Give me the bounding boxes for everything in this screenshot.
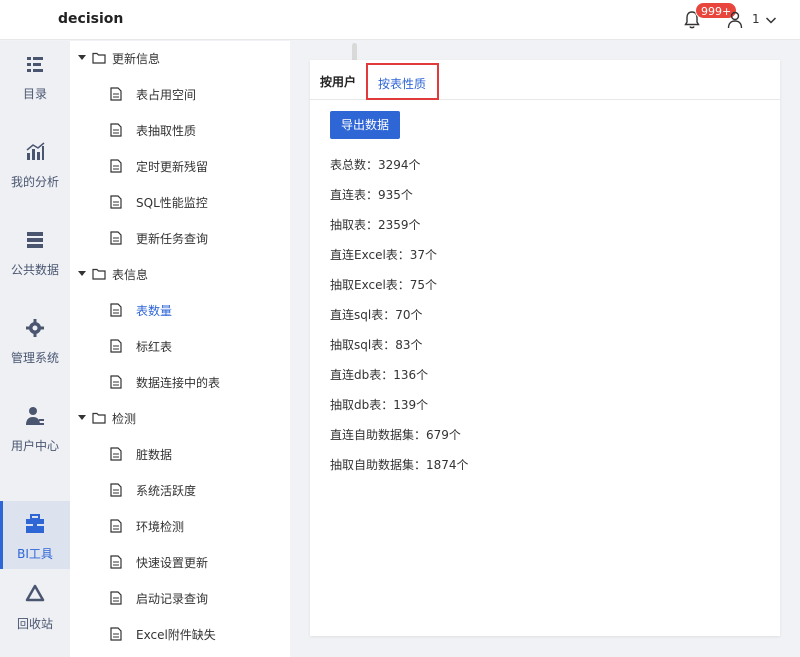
folder-icon — [92, 412, 106, 424]
main-panel: 按用户 按表性质 导出数据 表总数：3294个 直连表：935个 抽取表：235… — [310, 60, 780, 636]
document-icon — [110, 231, 122, 245]
tree-item[interactable]: 系统活跃度 — [70, 473, 280, 509]
document-icon — [110, 447, 122, 461]
tab-bar: 按用户 按表性质 — [310, 60, 780, 100]
brand-logo-text: decision — [58, 11, 124, 27]
stat-row: 直连Excel表：37个 — [330, 248, 438, 262]
document-icon — [110, 375, 122, 389]
tree-item-label: 标红表 — [136, 340, 173, 354]
nav-item-public-data[interactable]: 公共数据 — [0, 217, 70, 285]
tree-item[interactable]: 表占用空间 — [70, 77, 280, 113]
tree-item-label: SQL性能监控 — [136, 196, 208, 210]
top-bar: decision 999+ 1 — [0, 0, 800, 40]
document-icon — [110, 303, 122, 317]
stat-row: 抽取自助数据集：1874个 — [330, 458, 469, 472]
tree-item-label: 环境检测 — [136, 520, 185, 534]
chevron-down-icon[interactable] — [765, 14, 777, 26]
stat-row: 抽取sql表：83个 — [330, 338, 423, 352]
caret-down-icon[interactable] — [78, 55, 86, 60]
export-data-button[interactable]: 导出数据 — [330, 111, 400, 139]
tree-item-label: 系统活跃度 — [136, 484, 197, 498]
nav-label: 管理系统 — [10, 351, 59, 365]
tree-item-label: 表数量 — [136, 304, 173, 318]
public-data-icon — [27, 232, 43, 248]
document-icon — [110, 339, 122, 353]
stat-row: 直连表：935个 — [330, 188, 413, 202]
tree-item[interactable]: 数据连接中的表 — [70, 365, 280, 401]
nav-item-user-center[interactable]: 用户中心 — [0, 393, 70, 461]
document-icon — [110, 87, 122, 101]
document-icon — [110, 627, 122, 641]
tree-item[interactable]: 快速设置更新 — [70, 545, 280, 581]
recycle-icon — [25, 584, 45, 602]
tree-item-label: 表抽取性质 — [136, 124, 197, 138]
tree-item-label: 定时更新残留 — [136, 160, 209, 174]
document-icon — [110, 195, 122, 209]
nav-item-recycle-bin[interactable]: 回收站 — [0, 571, 70, 639]
caret-down-icon[interactable] — [78, 415, 86, 420]
tree-item[interactable]: SQL性能监控 — [70, 185, 280, 221]
tree-item-label: Excel附件缺失 — [136, 628, 216, 642]
left-nav: 目录 我的分析 公共数据 管理系统 用户中心 BI工具 回收站 — [0, 41, 70, 657]
tree-item[interactable]: 标红表 — [70, 329, 280, 365]
stat-row: 抽取表：2359个 — [330, 218, 421, 232]
nav-item-my-analysis[interactable]: 我的分析 — [0, 129, 70, 197]
tree-item-label: 数据连接中的表 — [136, 376, 221, 390]
tree-item[interactable]: 启动记录查询 — [70, 581, 280, 617]
nav-label: 目录 — [22, 87, 47, 101]
tree-item-label: 启动记录查询 — [136, 592, 209, 606]
stat-row: 表总数：3294个 — [330, 158, 421, 172]
tree-item-selected[interactable]: 表数量 — [70, 293, 280, 329]
nav-label: 用户中心 — [10, 439, 59, 453]
tree-item-label: 更新任务查询 — [136, 232, 209, 246]
tree-item-label: 脏数据 — [136, 448, 173, 462]
document-icon — [110, 555, 122, 569]
document-icon — [110, 591, 122, 605]
tree-item-label: 表占用空间 — [136, 88, 197, 102]
tree-group-label: 表信息 — [112, 268, 149, 282]
catalog-icon — [27, 57, 43, 72]
nav-item-catalog[interactable]: 目录 — [0, 41, 70, 109]
tree-group-update-info[interactable]: 更新信息 — [70, 41, 280, 77]
document-icon — [110, 123, 122, 137]
folder-icon — [92, 268, 106, 280]
tool-tree: 更新信息 表占用空间 表抽取性质 定时更新残留 SQL性能监控 更新任务查询 表… — [70, 41, 357, 657]
nav-label: 公共数据 — [10, 263, 59, 277]
document-icon — [110, 483, 122, 497]
stat-row: 抽取Excel表：75个 — [330, 278, 438, 292]
stat-row: 直连db表：136个 — [330, 368, 429, 382]
analysis-icon — [26, 142, 45, 160]
tree-item-label: 快速设置更新 — [136, 556, 209, 570]
tree-group-label: 检测 — [112, 412, 137, 426]
user-name[interactable]: 1 — [752, 12, 760, 26]
caret-down-icon[interactable] — [78, 271, 86, 276]
tab-by-table-property[interactable]: 按表性质 — [366, 63, 439, 100]
document-icon — [110, 159, 122, 173]
tree-group-table-info[interactable]: 表信息 — [70, 257, 280, 293]
tree-item[interactable]: 更新任务查询 — [70, 221, 280, 257]
toolbox-icon — [26, 514, 44, 533]
tree-item[interactable]: 脏数据 — [70, 437, 280, 473]
stat-row: 直连sql表：70个 — [330, 308, 423, 322]
nav-label: BI工具 — [17, 547, 53, 561]
nav-label: 回收站 — [16, 617, 53, 631]
nav-item-management[interactable]: 管理系统 — [0, 305, 70, 373]
tree-item[interactable]: 表抽取性质 — [70, 113, 280, 149]
user-icon[interactable] — [727, 11, 743, 29]
tree-item[interactable]: Excel附件缺失 — [70, 617, 280, 653]
nav-item-bi-tools[interactable]: BI工具 — [0, 501, 70, 569]
user-center-icon — [26, 407, 44, 425]
stat-row: 抽取db表：139个 — [330, 398, 429, 412]
tree-item[interactable]: 定时更新残留 — [70, 149, 280, 185]
stat-row: 直连自助数据集：679个 — [330, 428, 461, 442]
nav-label: 我的分析 — [10, 175, 59, 189]
document-icon — [110, 519, 122, 533]
folder-icon — [92, 52, 106, 64]
tab-by-user[interactable]: 按用户 — [320, 73, 356, 90]
tree-group-detection[interactable]: 检测 — [70, 401, 280, 437]
table-stats-list: 表总数：3294个 直连表：935个 抽取表：2359个 直连Excel表：37… — [330, 156, 469, 486]
gear-icon — [26, 319, 44, 337]
tree-item[interactable]: 环境检测 — [70, 509, 280, 545]
tree-group-label: 更新信息 — [112, 52, 161, 66]
